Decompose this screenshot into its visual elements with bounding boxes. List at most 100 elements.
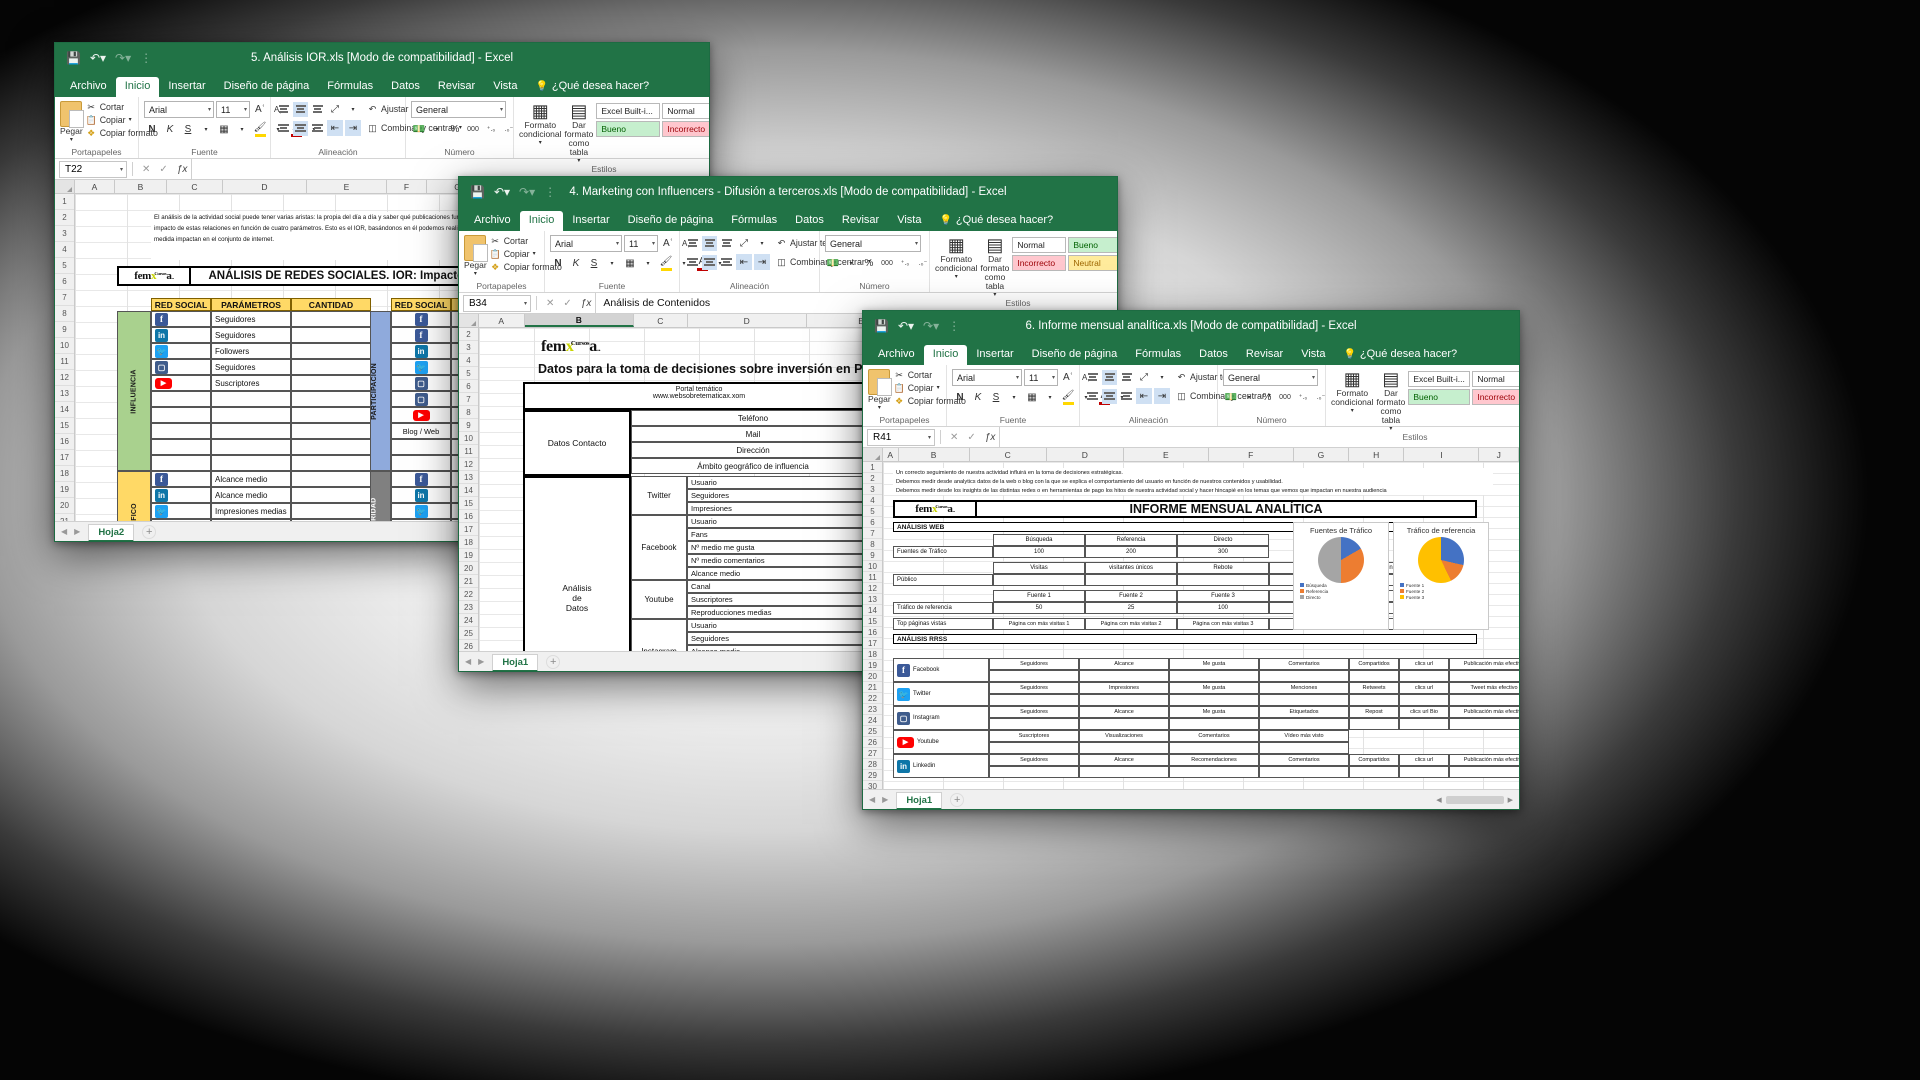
add-sheet-button[interactable]: +	[950, 792, 965, 807]
bold-button[interactable]: N	[550, 255, 566, 271]
row-header[interactable]: 12	[55, 370, 74, 386]
currency-icon[interactable]: 💵	[411, 121, 427, 137]
currency-icon[interactable]: 💵	[825, 255, 841, 271]
row-header[interactable]: 23	[863, 704, 882, 715]
cancel-formula-icon[interactable]: ✕	[546, 298, 554, 309]
orientation-icon[interactable]: ⤢	[736, 235, 752, 251]
row-header[interactable]: 11	[459, 445, 478, 458]
row-header[interactable]: 16	[863, 627, 882, 638]
excel-window-informe-mensual[interactable]: 💾 ↶▾ ↷▾ ⋮ 6. Informe mensual analítica.x…	[862, 310, 1520, 810]
redo-icon[interactable]: ↷▾	[923, 320, 939, 332]
column-header-a[interactable]: A	[883, 448, 899, 461]
row-header[interactable]: 5	[863, 506, 882, 517]
cell-rrss-value[interactable]	[989, 694, 1079, 706]
cell-cantidad-empty[interactable]	[291, 391, 371, 407]
tab-datos[interactable]: Datos	[382, 77, 429, 97]
chevron-down-icon[interactable]: ▾	[577, 157, 580, 164]
align-left-icon[interactable]	[276, 121, 291, 136]
sheet-nav-arrows[interactable]: ◀ ▶	[465, 657, 484, 666]
decrease-indent-icon[interactable]: ⇤	[327, 120, 343, 136]
align-middle-icon[interactable]	[702, 235, 717, 251]
row-header[interactable]: 19	[459, 549, 478, 562]
cell-fuente-value[interactable]: 100	[993, 546, 1085, 558]
chevron-down-icon[interactable]: ▾	[1389, 425, 1392, 432]
row-header[interactable]: 11	[55, 354, 74, 370]
row-header[interactable]: 2	[863, 473, 882, 484]
column-header-c[interactable]: C	[970, 448, 1047, 461]
tell-me-box[interactable]: 💡 ¿Qué desea hacer?	[526, 77, 658, 97]
cell-rrss-value[interactable]	[989, 766, 1079, 778]
title-bar[interactable]: 💾 ↶▾ ↷▾ ⋮ 4. Marketing con Influencers -…	[459, 177, 1117, 207]
row-header[interactable]: 14	[863, 605, 882, 616]
decrease-decimal-icon[interactable]: .₀⁻	[915, 255, 931, 271]
cell-rrss-value[interactable]	[1169, 718, 1259, 730]
tab-formulas[interactable]: Fórmulas	[318, 77, 382, 97]
cell-rrss-value[interactable]	[1449, 718, 1519, 730]
chevron-down-icon[interactable]: ▾	[937, 382, 940, 394]
row-header[interactable]: 6	[459, 380, 478, 393]
select-all-corner[interactable]	[459, 314, 479, 327]
column-header-i[interactable]: I	[1404, 448, 1480, 461]
last-sheet-icon[interactable]: ▶	[478, 657, 484, 666]
sheet-canvas[interactable]: Un correcto seguimiento de nuestra activ…	[883, 462, 1519, 789]
row-header[interactable]: 12	[863, 583, 882, 594]
cell-cantidad[interactable]	[291, 519, 371, 521]
row-header[interactable]: 4	[863, 495, 882, 506]
chevron-down-icon[interactable]: ▾	[1154, 369, 1170, 385]
tab-archivo[interactable]: Archivo	[465, 211, 520, 231]
insert-function-icon[interactable]: ƒx	[985, 432, 996, 443]
chevron-down-icon[interactable]: ▾	[955, 273, 958, 280]
cell-rrss-value[interactable]	[1449, 766, 1519, 778]
chevron-down-icon[interactable]: ▾	[843, 255, 859, 271]
last-sheet-icon[interactable]: ▶	[74, 527, 80, 536]
column-header-g[interactable]: G	[1294, 448, 1350, 461]
cell-publico-value[interactable]	[1085, 574, 1177, 586]
cell-referencia-value[interactable]: 25	[1085, 602, 1177, 614]
scroll-thumb[interactable]	[1445, 795, 1504, 804]
tab-archivo[interactable]: Archivo	[61, 77, 116, 97]
chevron-down-icon[interactable]: ▾	[70, 136, 73, 143]
percent-style-button[interactable]: %	[861, 255, 877, 271]
style-neutral[interactable]: Neutral	[1068, 255, 1117, 271]
ribbon[interactable]: Pegar ▾ ✂ Cortar 📋 Copiar ▾ ❖ Copiar for…	[863, 365, 1519, 442]
cell-cantidad[interactable]	[291, 359, 371, 375]
align-center-icon[interactable]	[293, 120, 308, 136]
increase-decimal-icon[interactable]: ⁺.₀	[1295, 389, 1311, 405]
cancel-formula-icon[interactable]: ✕	[950, 432, 958, 443]
pie-chart-1[interactable]: Fuentes de Tráfico Búsqueda Referencia Dire…	[1293, 522, 1389, 630]
tab-revisar[interactable]: Revisar	[833, 211, 888, 231]
sheet-tab-hoja2[interactable]: Hoja2	[88, 523, 135, 541]
column-header-c[interactable]: C	[167, 180, 223, 193]
style-bueno[interactable]: Bueno	[596, 121, 661, 137]
paste-button[interactable]: Pegar ▾	[868, 369, 893, 411]
chevron-down-icon[interactable]: ▾	[993, 291, 996, 298]
increase-decimal-icon[interactable]: ⁺.₀	[483, 121, 499, 137]
borders-button[interactable]: ▦	[622, 255, 638, 271]
cell-rrss-value[interactable]	[1259, 694, 1349, 706]
format-as-table-button[interactable]: ▤ Dar formato como tabla ▾	[981, 235, 1010, 298]
row-header[interactable]: 30	[863, 781, 882, 790]
conditional-format-button[interactable]: ▦ Formato condicional ▾	[935, 235, 978, 280]
cell-cantidad[interactable]	[291, 487, 371, 503]
add-sheet-button[interactable]: +	[546, 654, 561, 669]
increase-decimal-icon[interactable]: ⁺.₀	[897, 255, 913, 271]
cell-cantidad-empty[interactable]	[291, 407, 371, 423]
paste-button[interactable]: Pegar ▾	[60, 101, 85, 143]
row-header[interactable]: 7	[459, 393, 478, 406]
ribbon[interactable]: Pegar ▾ ✂ Cortar 📋 Copiar ▾ ❖ Copiar for…	[55, 97, 709, 174]
style-incorrecto[interactable]: Incorrecto	[1012, 255, 1067, 271]
row-header[interactable]: 25	[863, 726, 882, 737]
ribbon[interactable]: Pegar ▾ ✂ Cortar 📋 Copiar ▾ ❖ Copiar for…	[459, 231, 1117, 308]
row-header[interactable]: 16	[55, 434, 74, 450]
fill-color-button[interactable]: 🖌	[252, 121, 268, 137]
underline-button[interactable]: S	[988, 389, 1004, 405]
row-header[interactable]: 15	[55, 418, 74, 434]
column-header-d[interactable]: D	[688, 314, 807, 327]
bold-button[interactable]: N	[144, 121, 160, 137]
scroll-left-icon[interactable]: ◀	[1436, 796, 1441, 804]
row-header[interactable]: 25	[459, 627, 478, 640]
row-header[interactable]: 21	[863, 682, 882, 693]
cell-rrss-value[interactable]	[989, 718, 1079, 730]
name-box[interactable]: B34 ▾	[463, 294, 531, 312]
first-sheet-icon[interactable]: ◀	[61, 527, 67, 536]
